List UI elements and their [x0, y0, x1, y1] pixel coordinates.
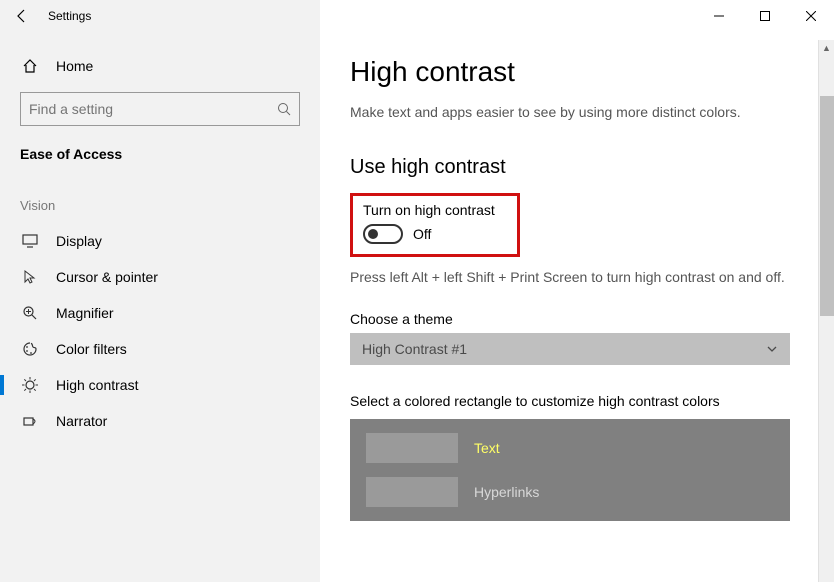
scrollbar[interactable]: ▲ — [818, 40, 834, 582]
theme-label: Choose a theme — [350, 311, 804, 327]
theme-dropdown[interactable]: High Contrast #1 — [350, 333, 790, 365]
section-heading: Use high contrast — [350, 156, 804, 179]
arrow-left-icon — [15, 9, 29, 23]
narrator-icon — [20, 413, 40, 429]
sidebar-item-high-contrast[interactable]: High contrast — [0, 367, 320, 403]
swatch-label: Hyperlinks — [474, 484, 539, 500]
sidebar-group-title: Vision — [0, 180, 320, 223]
close-icon — [806, 11, 816, 21]
toggle-state: Off — [413, 226, 431, 242]
sidebar-item-magnifier[interactable]: Magnifier — [0, 295, 320, 331]
magnifier-icon — [20, 305, 40, 321]
window-title: Settings — [48, 9, 91, 23]
sidebar-item-label: Cursor & pointer — [56, 269, 158, 285]
customize-label: Select a colored rectangle to customize … — [350, 393, 804, 409]
maximize-icon — [760, 11, 770, 21]
highlight-annotation: Turn on high contrast Off — [350, 193, 520, 257]
sidebar-item-display[interactable]: Display — [0, 223, 320, 259]
sidebar: Home Ease of Access Vision Display Curso… — [0, 0, 320, 582]
minimize-icon — [714, 11, 724, 21]
toggle-label: Turn on high contrast — [363, 202, 507, 218]
minimize-button[interactable] — [696, 0, 742, 32]
palette-icon — [20, 341, 40, 357]
sidebar-item-cursor[interactable]: Cursor & pointer — [0, 259, 320, 295]
back-button[interactable] — [0, 0, 44, 32]
swatch-row-hyperlinks: Hyperlinks — [366, 477, 774, 507]
cursor-icon — [20, 269, 40, 285]
scroll-up-icon[interactable]: ▲ — [819, 40, 834, 56]
sidebar-home[interactable]: Home — [0, 48, 320, 84]
sidebar-item-narrator[interactable]: Narrator — [0, 403, 320, 439]
page-title: High contrast — [350, 56, 804, 88]
scroll-thumb[interactable] — [820, 96, 834, 316]
maximize-button[interactable] — [742, 0, 788, 32]
high-contrast-toggle[interactable] — [363, 224, 403, 244]
display-icon — [20, 234, 40, 248]
sidebar-item-label: Display — [56, 233, 102, 249]
swatch-text[interactable] — [366, 433, 458, 463]
swatch-label: Text — [474, 440, 500, 456]
search-icon — [277, 102, 291, 116]
toggle-knob — [368, 229, 378, 239]
page-description: Make text and apps easier to see by usin… — [350, 104, 804, 120]
theme-value: High Contrast #1 — [362, 341, 467, 357]
sidebar-item-color-filters[interactable]: Color filters — [0, 331, 320, 367]
swatch-row-text: Text — [366, 433, 774, 463]
search-box[interactable] — [20, 92, 300, 126]
swatch-panel: Text Hyperlinks — [350, 419, 790, 521]
swatch-hyperlinks[interactable] — [366, 477, 458, 507]
sidebar-item-label: Magnifier — [56, 305, 114, 321]
sidebar-item-label: High contrast — [56, 377, 138, 393]
search-input[interactable] — [29, 101, 277, 117]
home-icon — [20, 58, 40, 74]
home-label: Home — [56, 58, 93, 74]
shortcut-hint: Press left Alt + left Shift + Print Scre… — [350, 269, 804, 285]
main-content: High contrast Make text and apps easier … — [320, 0, 834, 582]
sidebar-section-title: Ease of Access — [0, 140, 320, 180]
sidebar-item-label: Color filters — [56, 341, 127, 357]
sidebar-item-label: Narrator — [56, 413, 107, 429]
close-button[interactable] — [788, 0, 834, 32]
chevron-down-icon — [766, 343, 778, 355]
contrast-icon — [20, 377, 40, 393]
